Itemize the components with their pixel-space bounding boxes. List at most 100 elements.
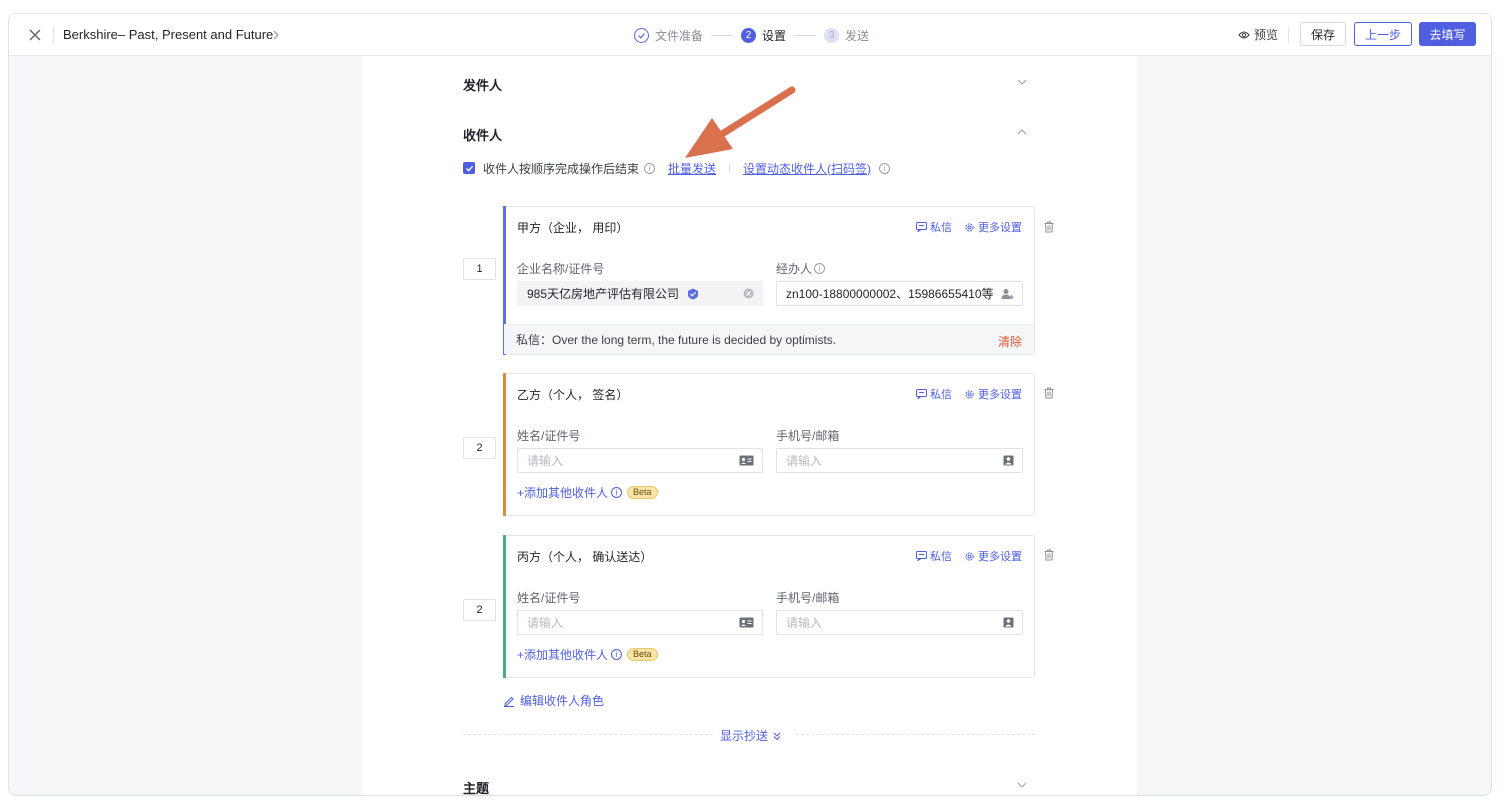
step-prepare-label: 文件准备 [655, 28, 704, 43]
placeholder-text: 请输入 [527, 616, 564, 630]
chevron-down-icon[interactable] [1016, 78, 1028, 86]
clear-message-button[interactable]: 清除 [998, 333, 1022, 350]
divider [463, 734, 713, 735]
private-message-label: 私信 [930, 222, 952, 234]
add-person-icon[interactable] [1001, 288, 1014, 300]
trash-icon[interactable] [1043, 387, 1055, 399]
card-actions: 私信 更多设置 [916, 548, 1022, 564]
sequential-checkbox[interactable] [463, 162, 475, 174]
placeholder-text: 请输入 [786, 454, 823, 468]
clear-circle-icon[interactable] [743, 288, 754, 299]
company-field-label: 企业名称/证件号 [517, 262, 605, 276]
handler-field[interactable]: zn100-18800000002、15986655410等 [776, 281, 1023, 306]
preview-button[interactable]: 预览 [1238, 26, 1278, 43]
info-icon[interactable]: i [644, 162, 656, 174]
private-message-button[interactable]: 私信 [916, 548, 952, 564]
double-chevron-down-icon [773, 732, 781, 740]
order-number-input[interactable]: 2 [463, 437, 496, 459]
show-cc-button[interactable]: 显示抄送 [720, 727, 782, 744]
private-message-label: 私信 [930, 551, 952, 563]
beta-badge: Beta [627, 648, 658, 661]
show-cc-row: 显示抄送 [463, 726, 1035, 744]
top-bar: Berkshire– Past, Present and Future 文件准备… [9, 14, 1491, 56]
role-color-bar [503, 535, 506, 678]
add-other-recipient-button[interactable]: +添加其他收件人 i Beta [517, 646, 658, 663]
message-icon [916, 389, 927, 399]
dynamic-recipient-link[interactable]: 设置动态收件人(扫码签) [743, 160, 871, 177]
more-settings-button[interactable]: 更多设置 [964, 386, 1022, 402]
batch-send-link[interactable]: 批量发送 [668, 160, 716, 177]
private-message-button[interactable]: 私信 [916, 386, 952, 402]
phone-email-input[interactable]: 请输入 [776, 610, 1023, 635]
recipient-role-title: 甲方（企业， 用印） [517, 221, 629, 235]
message-icon [916, 222, 927, 232]
divider [53, 26, 54, 44]
info-icon[interactable]: i [611, 649, 623, 660]
chevron-down-icon[interactable] [1016, 781, 1028, 789]
info-icon[interactable]: i [879, 162, 891, 174]
close-icon[interactable] [26, 26, 44, 44]
company-name-field[interactable]: 985天亿房地产评估有限公司 [517, 281, 763, 306]
handler-field-label: 经办人 i [776, 260, 826, 277]
check-icon [465, 165, 473, 172]
contact-icon[interactable] [1003, 617, 1014, 628]
step-number-3: 3 [824, 27, 840, 43]
more-settings-label: 更多设置 [978, 389, 1022, 401]
name-id-field-label: 姓名/证件号 [517, 591, 581, 605]
placeholder-text: 请输入 [786, 616, 823, 630]
order-number-input[interactable]: 2 [463, 599, 496, 621]
name-id-input[interactable]: 请输入 [517, 610, 763, 635]
verified-badge-icon [688, 288, 699, 299]
divider [796, 734, 1035, 735]
phone-email-field-label: 手机号/邮箱 [776, 429, 840, 443]
name-id-input[interactable]: 请输入 [517, 448, 763, 473]
app-window: Berkshire– Past, Present and Future 文件准备… [8, 13, 1492, 796]
previous-step-button[interactable]: 上一步 [1354, 22, 1412, 46]
name-id-field-label: 姓名/证件号 [517, 429, 581, 443]
recipient-card: 甲方（企业， 用印） 私信 更多设置 企业名称/证件号 经办人 i 985天亿房… [503, 206, 1035, 355]
private-message-row: 私信：Over the long term, the future is dec… [504, 324, 1034, 354]
id-card-icon[interactable] [739, 455, 754, 466]
chevron-up-icon[interactable] [1016, 128, 1028, 136]
add-recipient-label: +添加其他收件人 [517, 648, 609, 662]
chevron-right-icon[interactable] [271, 28, 281, 42]
divider [1288, 27, 1289, 43]
go-fill-button[interactable]: 去填写 [1419, 22, 1476, 46]
order-number-input[interactable]: 1 [463, 258, 496, 280]
step-send-label: 发送 [845, 28, 870, 43]
more-settings-label: 更多设置 [978, 222, 1022, 234]
subject-section-title[interactable]: 主题 [463, 778, 489, 795]
edit-roles-label: 编辑收件人角色 [520, 694, 605, 708]
save-button[interactable]: 保存 [1300, 22, 1346, 46]
gear-icon [965, 222, 974, 232]
more-settings-button[interactable]: 更多设置 [964, 548, 1022, 564]
private-message-text: 私信：Over the long term, the future is dec… [516, 333, 837, 347]
recipient-card: 乙方（个人， 签名） 私信 更多设置 姓名/证件号 手机号/邮箱 请输入 请输入 [503, 373, 1035, 516]
edit-recipient-roles-button[interactable]: 编辑收件人角色 [503, 692, 604, 709]
company-name-value: 985天亿房地产评估有限公司 [527, 287, 680, 301]
show-cc-label: 显示抄送 [720, 729, 769, 743]
recipient-role-title: 丙方（个人， 确认送达） [517, 550, 653, 564]
more-settings-button[interactable]: 更多设置 [964, 219, 1022, 235]
step-settings-label: 设置 [762, 28, 787, 43]
id-card-icon[interactable] [739, 617, 754, 628]
gear-icon [965, 389, 974, 399]
info-icon[interactable]: i [611, 487, 623, 498]
add-other-recipient-button[interactable]: +添加其他收件人 i Beta [517, 484, 658, 501]
info-icon[interactable]: i [814, 263, 826, 274]
phone-email-field-label: 手机号/邮箱 [776, 591, 840, 605]
more-settings-label: 更多设置 [978, 551, 1022, 563]
private-message-button[interactable]: 私信 [916, 219, 952, 235]
trash-icon[interactable] [1043, 549, 1055, 561]
handler-label-text: 经办人 [776, 262, 813, 276]
handler-value: zn100-18800000002、15986655410等 [786, 287, 994, 301]
document-title[interactable]: Berkshire– Past, Present and Future [63, 27, 273, 42]
add-recipient-label: +添加其他收件人 [517, 486, 609, 500]
sender-section-title[interactable]: 发件人 [463, 75, 502, 94]
contact-icon[interactable] [1003, 455, 1014, 466]
phone-email-input[interactable]: 请输入 [776, 448, 1023, 473]
recipient-card: 丙方（个人， 确认送达） 私信 更多设置 姓名/证件号 手机号/邮箱 请输入 请… [503, 535, 1035, 678]
trash-icon[interactable] [1043, 221, 1055, 233]
recipients-section-title[interactable]: 收件人 [463, 125, 502, 144]
card-actions: 私信 更多设置 [916, 386, 1022, 402]
